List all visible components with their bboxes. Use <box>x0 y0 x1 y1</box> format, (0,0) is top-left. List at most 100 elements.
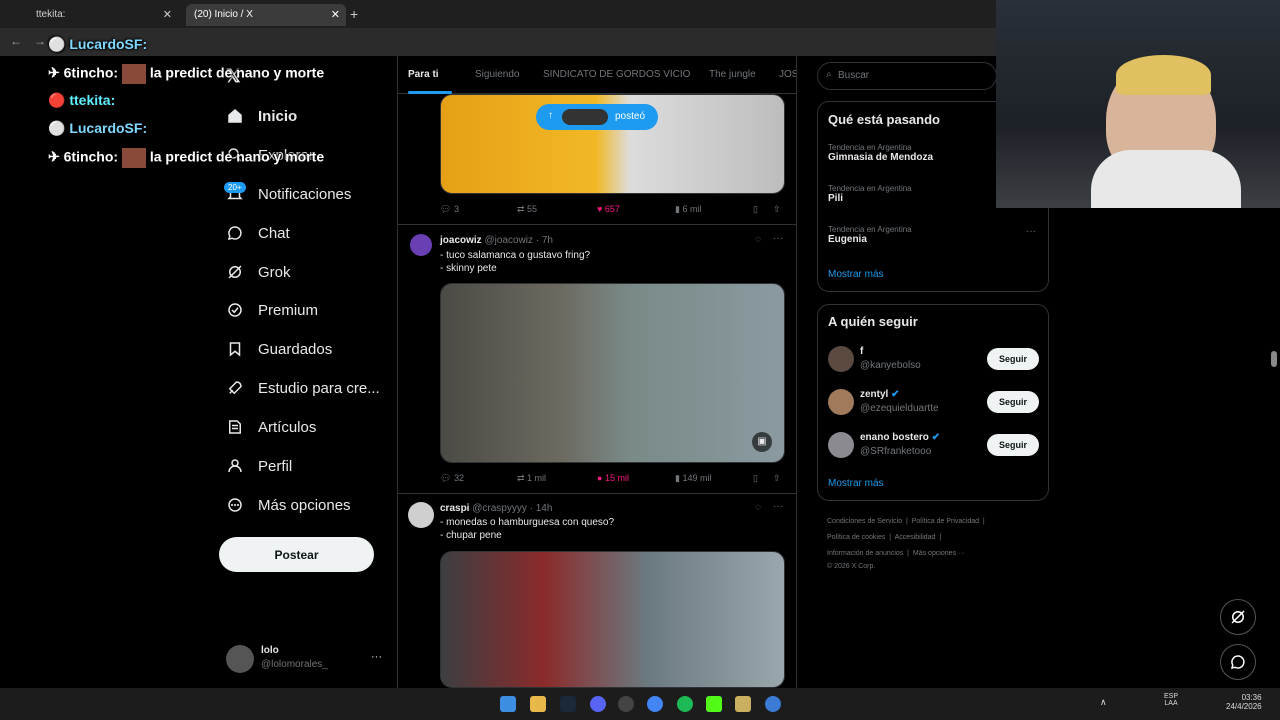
trend-name: Eugenia <box>828 234 867 245</box>
views-button[interactable]: ▮ 149 mil <box>675 473 711 484</box>
grok-fab[interactable] <box>1220 599 1256 635</box>
follow-suggestion[interactable]: zentyl ✔ @ezequielduartte Seguir <box>828 388 1043 418</box>
bookmark-icon[interactable]: ▯ <box>753 204 758 215</box>
tab-sindicato[interactable]: SINDICATO DE GORDOS VICIO <box>543 69 690 80</box>
nav-item-perfil[interactable]: Perfil <box>226 451 292 481</box>
nav-item-premium[interactable]: Premium <box>226 295 318 325</box>
tab-siguiendo[interactable]: Siguiendo <box>475 69 519 80</box>
grok-icon <box>228 265 242 279</box>
webcam-feed <box>996 0 1280 208</box>
nav-item-chat[interactable]: Chat <box>226 218 290 248</box>
new-posts-pill[interactable]: ↑ posteó <box>536 104 658 130</box>
nav-item-grok[interactable]: Grok <box>226 257 291 287</box>
footer-link[interactable]: Condiciones de Servicio <box>827 518 902 525</box>
tab-the-jungle[interactable]: The jungle <box>709 69 756 80</box>
nav-item-guardados[interactable]: Guardados <box>226 334 332 364</box>
tab-jos[interactable]: JOS <box>779 69 796 80</box>
follow-name: enano bostero ✔ <box>860 432 940 443</box>
avatar[interactable] <box>410 234 432 256</box>
chrome-icon[interactable] <box>647 696 663 712</box>
spotify-icon[interactable] <box>677 696 693 712</box>
more-icon[interactable]: ··· <box>371 651 382 663</box>
more-icon[interactable]: ··· <box>1026 226 1036 237</box>
clock-time: 03:36 <box>1241 693 1262 702</box>
browser-tab-active[interactable]: (20) Inicio / X ✕ <box>186 4 346 26</box>
trend-item[interactable]: Tendencia en Argentina Eugenia <box>828 225 912 245</box>
repost-button[interactable]: ⇄ 55 <box>517 204 537 215</box>
follow-handle: @kanyebolso <box>860 360 921 371</box>
copyright: © 2026 X Corp. <box>827 563 876 570</box>
author-handle[interactable]: @craspyyyy <box>472 503 527 514</box>
footer-link[interactable]: Política de Privacidad <box>912 518 979 525</box>
author-name[interactable]: joacowiz <box>440 235 482 246</box>
kick-icon[interactable] <box>706 696 722 712</box>
avatar[interactable] <box>408 502 434 528</box>
obs-icon[interactable] <box>618 696 634 712</box>
footer-link[interactable]: Accesibilidad <box>895 534 936 541</box>
show-more-link[interactable]: Mostrar más <box>828 269 884 280</box>
nav-item-más-opciones[interactable]: Más opciones <box>226 490 351 520</box>
follow-button[interactable]: Seguir <box>987 434 1039 456</box>
language-indicator[interactable]: ESP LAA <box>1164 693 1178 707</box>
author-handle[interactable]: @joacowiz <box>484 235 533 246</box>
like-button[interactable]: ♥ 657 <box>597 204 620 214</box>
bookmark-icon[interactable]: ▯ <box>753 473 758 484</box>
nav-label: Estudio para cre... <box>258 379 380 397</box>
scrollbar[interactable] <box>1271 351 1277 367</box>
follow-name: zentyl ✔ <box>860 389 900 400</box>
share-icon[interactable]: ⇧ <box>773 473 781 484</box>
post-button[interactable]: Postear <box>219 537 374 572</box>
views-button[interactable]: ▮ 6 mil <box>675 204 701 215</box>
browser-tab[interactable]: ttekita: ✕ <box>28 4 178 26</box>
trend-context: Tendencia en Argentina <box>828 184 912 193</box>
more-icon[interactable]: ··· <box>773 501 783 512</box>
show-more-link[interactable]: Mostrar más <box>828 478 884 489</box>
search-input[interactable]: Buscar <box>817 62 997 90</box>
author-name[interactable]: craspi <box>440 503 469 514</box>
tray-chevron-icon[interactable]: ∧ <box>1100 697 1107 708</box>
like-button[interactable]: ● 15 mil <box>597 473 629 483</box>
post-time[interactable]: · 7h <box>536 235 553 246</box>
follow-button[interactable]: Seguir <box>987 391 1039 413</box>
gif-icon[interactable]: ▣ <box>752 432 772 452</box>
more-icon[interactable]: ··· <box>773 233 783 244</box>
grok-icon[interactable]: ◌ <box>755 234 761 245</box>
footer-link[interactable]: Más opciones ··· <box>913 550 965 557</box>
repost-button[interactable]: ⇄ 1 mil <box>517 473 546 484</box>
steam-icon[interactable] <box>560 696 576 712</box>
trend-item[interactable]: Tendencia en Argentina Gimnasia de Mendo… <box>828 143 933 163</box>
follow-suggestion[interactable]: f @kanyebolso Seguir <box>828 345 1043 375</box>
file-explorer-icon[interactable] <box>530 696 546 712</box>
post-time[interactable]: · 14h <box>530 503 553 514</box>
tab-para-ti[interactable]: Para ti <box>408 69 439 80</box>
grok-icon[interactable]: ◌ <box>755 502 761 513</box>
app-icon[interactable] <box>735 696 751 712</box>
post-media[interactable] <box>440 551 785 688</box>
follow-button[interactable]: Seguir <box>987 348 1039 370</box>
post-actions: 💬︎ 32 ⇄ 1 mil ● 15 mil ▮ 149 mil ▯ ⇧ <box>440 473 785 485</box>
new-tab-button[interactable]: + <box>350 6 358 22</box>
discord-icon[interactable] <box>590 696 606 712</box>
close-icon[interactable]: ✕ <box>331 8 340 21</box>
nav-item-artículos[interactable]: Artículos <box>226 412 316 442</box>
close-icon[interactable]: ✕ <box>163 8 172 21</box>
start-icon[interactable] <box>500 696 516 712</box>
nav-item-estudio-para-cre[interactable]: Estudio para cre... <box>226 373 380 403</box>
like-count: 15 mil <box>604 473 629 483</box>
chat-message: ✈ 6tincho: la predict de nano y morte <box>48 148 324 168</box>
follow-suggestion[interactable]: enano bostero ✔ @SRfranketooo Seguir <box>828 431 1043 461</box>
verified-icon: ✔ <box>931 432 941 443</box>
reply-button[interactable]: 💬︎ 3 <box>440 204 459 215</box>
post-media[interactable]: ▣ <box>440 283 785 463</box>
app-icon[interactable] <box>765 696 781 712</box>
messages-fab[interactable] <box>1220 644 1256 680</box>
trend-item[interactable]: Tendencia en Argentina Pili <box>828 184 912 204</box>
reply-button[interactable]: 💬︎ 32 <box>440 473 464 484</box>
trend-name: Gimnasia de Mendoza <box>828 152 934 163</box>
more-icon <box>228 498 242 512</box>
share-icon[interactable]: ⇧ <box>773 204 781 215</box>
clock[interactable]: 03:36 24/4/2026 <box>1226 693 1262 711</box>
footer-link[interactable]: Política de cookies <box>827 534 885 541</box>
nav-item-inicio[interactable]: Inicio <box>226 101 297 131</box>
footer-link[interactable]: Información de anuncios <box>827 550 903 557</box>
